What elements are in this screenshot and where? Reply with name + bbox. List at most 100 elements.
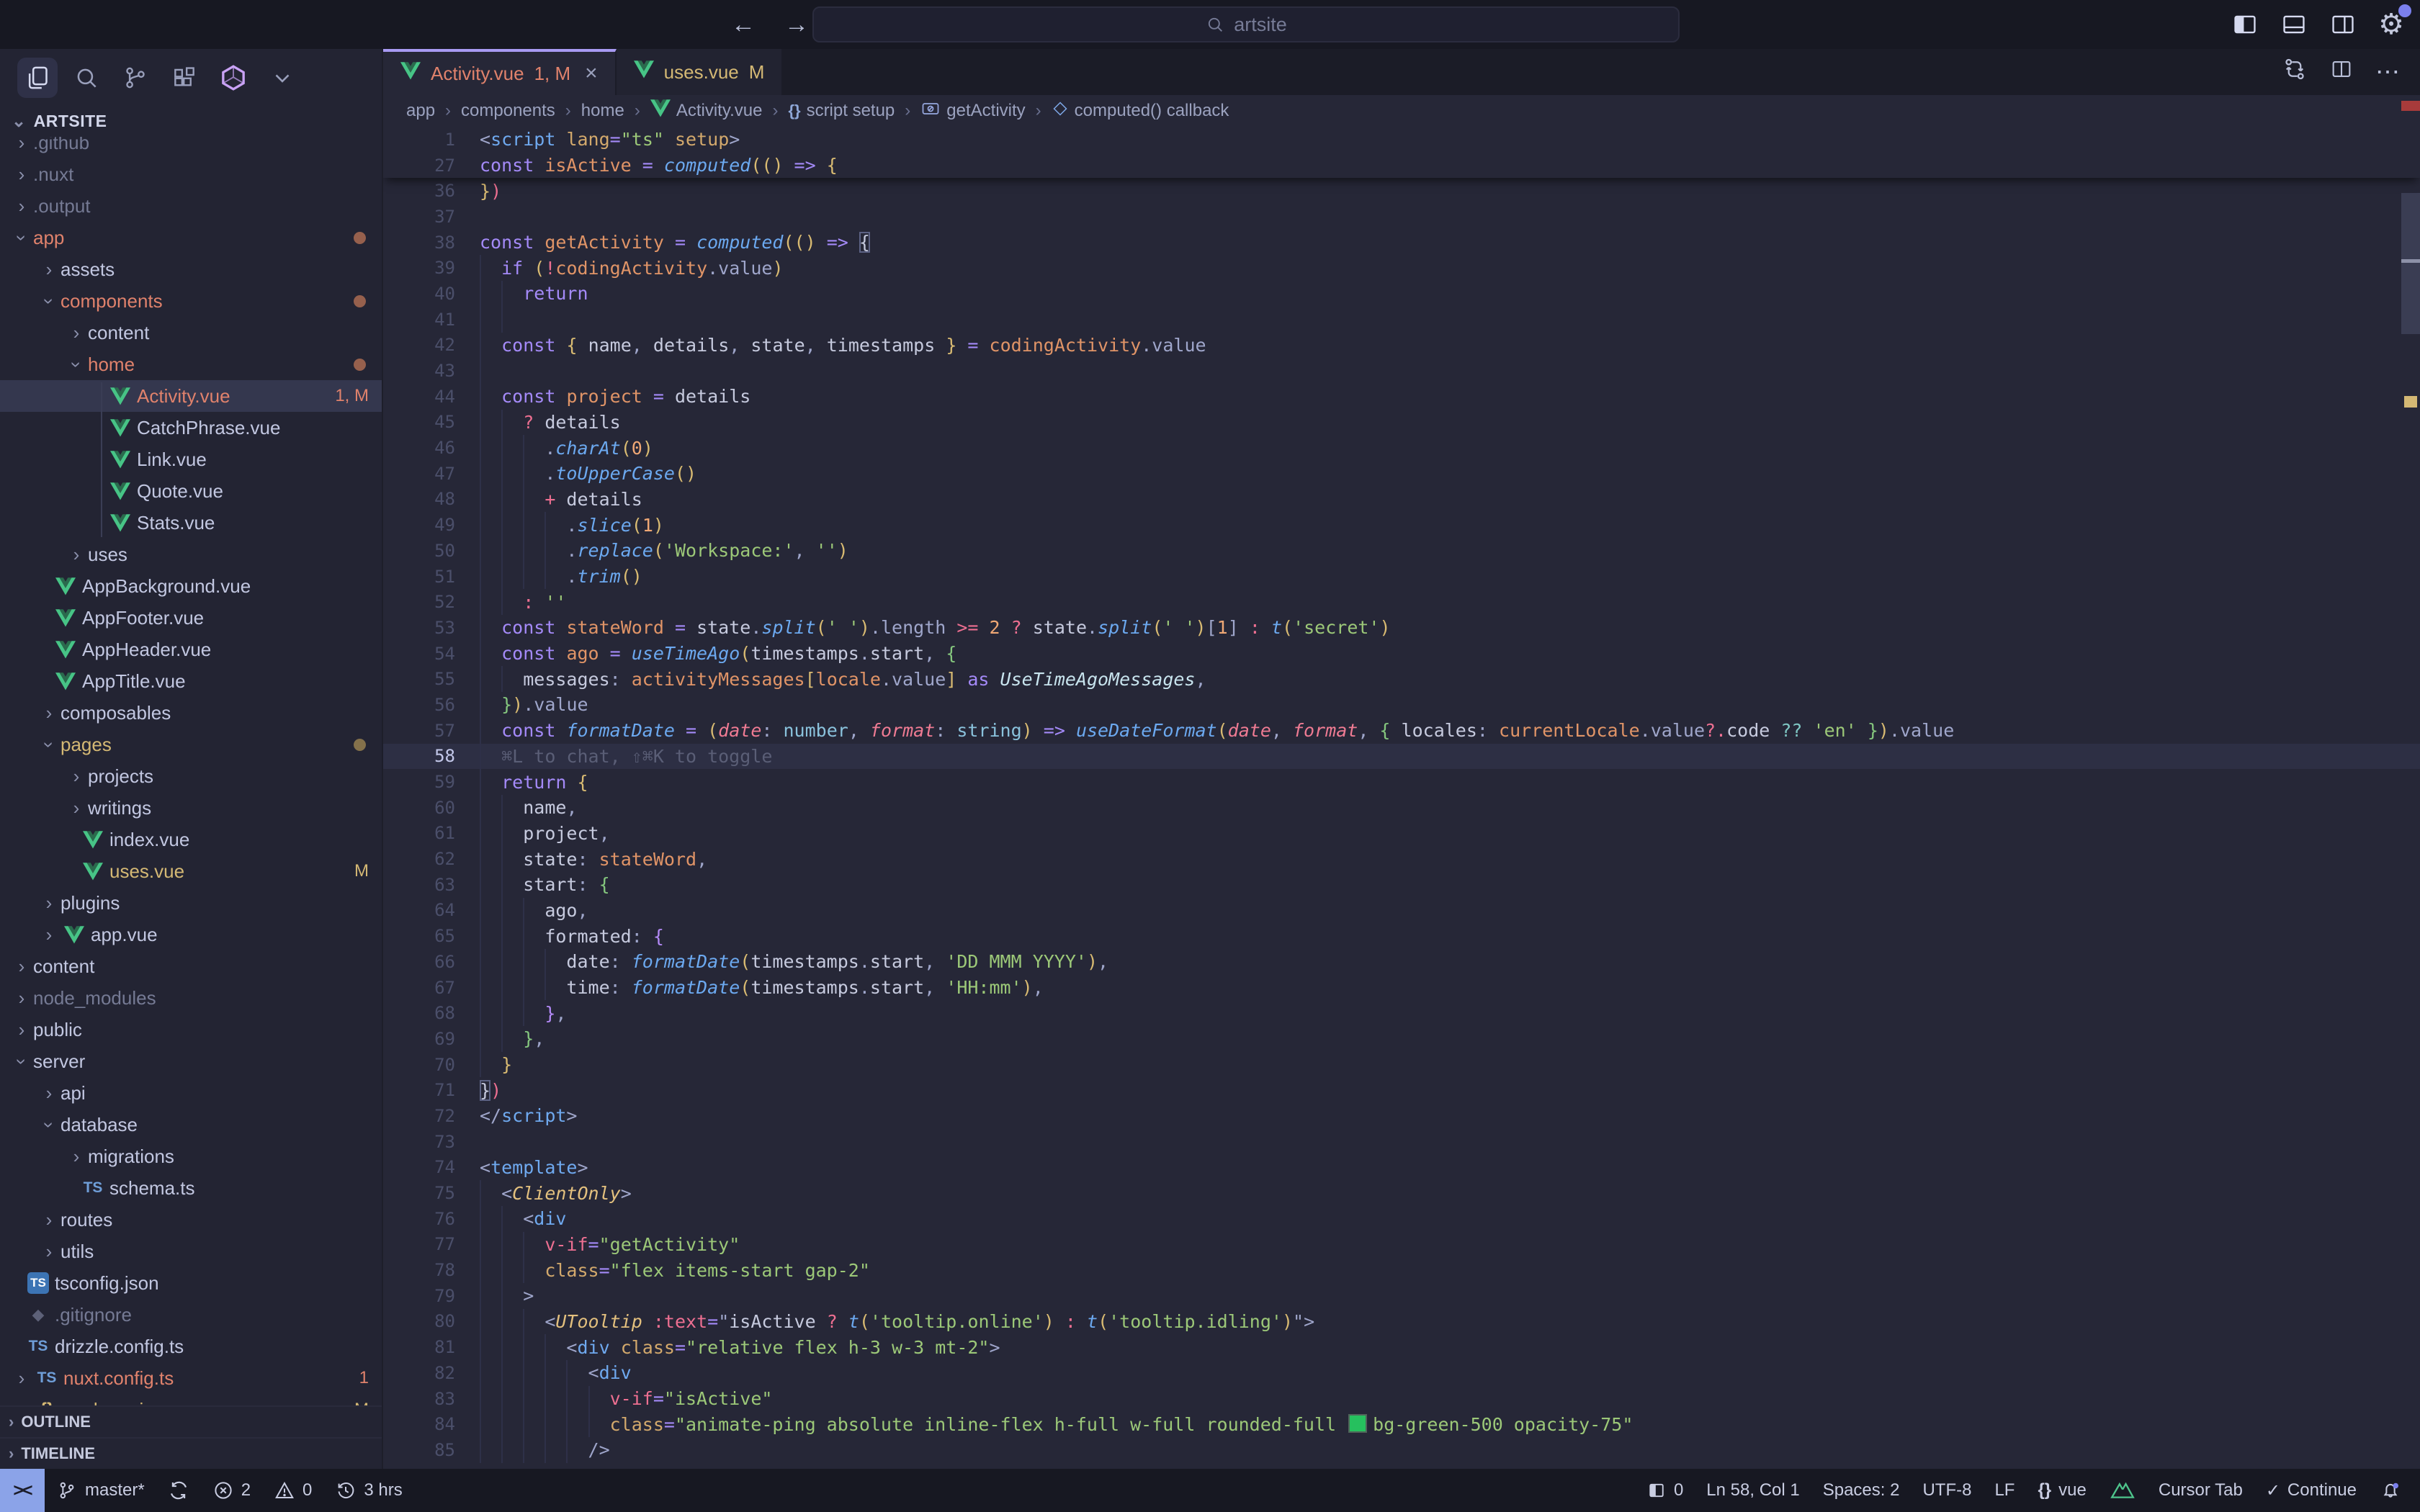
overview-ruler[interactable] <box>2401 49 2420 1469</box>
status-language-mode[interactable]: {}vue <box>2026 1469 2097 1512</box>
status-indentation[interactable]: Spaces: 2 <box>1811 1469 1912 1512</box>
tree-item-composables[interactable]: ›composables <box>0 697 382 729</box>
tree-item-public[interactable]: ›public <box>0 1014 382 1045</box>
tree-item-utils[interactable]: ›utils <box>0 1236 382 1267</box>
status-nuxt-status[interactable] <box>2098 1469 2147 1512</box>
status-errors[interactable]: 2 <box>201 1469 262 1512</box>
code-line-77[interactable]: 77 v-if="getActivity" <box>383 1232 2420 1258</box>
status-encoding[interactable]: UTF-8 <box>1911 1469 1983 1512</box>
tree-item-CatchPhrase.vue[interactable]: CatchPhrase.vue <box>0 412 382 444</box>
code-line-63[interactable]: 63 start: { <box>383 872 2420 898</box>
tree-item-Activity.vue[interactable]: Activity.vue1, M <box>0 380 382 412</box>
tree-item-server[interactable]: ›server <box>0 1045 382 1077</box>
status-time-tracker[interactable]: 3 hrs <box>323 1469 413 1512</box>
status-continue[interactable]: ✓Continue <box>2254 1469 2368 1512</box>
code-line-53[interactable]: 53 const stateWord = state.split(' ').le… <box>383 615 2420 641</box>
scrollbar-thumb[interactable] <box>2401 193 2420 334</box>
tree-item-content[interactable]: ›content <box>0 317 382 348</box>
source-control-icon[interactable] <box>115 58 156 98</box>
code-line-42[interactable]: 42 const { name, details, state, timesta… <box>383 333 2420 359</box>
section-timeline[interactable]: ›TIMELINE <box>0 1437 382 1469</box>
tree-item-AppBackground.vue[interactable]: AppBackground.vue <box>0 570 382 602</box>
status-sync[interactable] <box>156 1469 201 1512</box>
tree-item-.output[interactable]: ›.output <box>0 190 382 222</box>
section-outline[interactable]: ›OUTLINE <box>0 1405 382 1437</box>
status-warnings[interactable]: 0 <box>262 1469 323 1512</box>
breadcrumb-item-computed-callback[interactable]: computed() callback <box>1052 100 1229 122</box>
code-line-85[interactable]: 85 /> <box>383 1437 2420 1463</box>
tree-item-database[interactable]: ›database <box>0 1109 382 1140</box>
code-line-58[interactable]: 58 ⌘L to chat, ⇧⌘K to toggle <box>383 744 2420 770</box>
extensions-icon[interactable] <box>164 58 205 98</box>
tree-item-uses[interactable]: ›uses <box>0 539 382 570</box>
code-line-47[interactable]: 47 .toUpperCase() <box>383 461 2420 487</box>
tree-item-drizzle.config.ts[interactable]: TSdrizzle.config.ts <box>0 1331 382 1362</box>
back-button[interactable]: ← <box>731 11 756 39</box>
close-icon[interactable]: × <box>585 61 598 86</box>
code-line-40[interactable]: 40 return <box>383 281 2420 307</box>
code-line-1[interactable]: 1<script lang="ts" setup> <box>383 127 2420 153</box>
tree-item-components[interactable]: ›components <box>0 285 382 317</box>
files-icon[interactable] <box>17 58 58 98</box>
breadcrumb-item-home[interactable]: home <box>581 101 624 121</box>
code-line-70[interactable]: 70 } <box>383 1052 2420 1078</box>
breadcrumb-item-app[interactable]: app <box>406 101 435 121</box>
tree-item-home[interactable]: ›home <box>0 348 382 380</box>
code-line-65[interactable]: 65 formated: { <box>383 923 2420 949</box>
search-icon[interactable] <box>66 58 107 98</box>
code-line-72[interactable]: 72</script> <box>383 1103 2420 1129</box>
code-line-78[interactable]: 78 class="flex items-start gap-2" <box>383 1257 2420 1283</box>
tree-item-schema.ts[interactable]: TSschema.ts <box>0 1172 382 1204</box>
code-line-75[interactable]: 75 <ClientOnly> <box>383 1180 2420 1206</box>
cursor-icon[interactable] <box>213 58 254 98</box>
code-line-54[interactable]: 54 const ago = useTimeAgo(timestamps.sta… <box>383 641 2420 667</box>
tree-item-routes[interactable]: ›routes <box>0 1204 382 1236</box>
breadcrumb-item-getActivity[interactable]: getActivity <box>920 99 1025 124</box>
code-line-81[interactable]: 81 <div class="relative flex h-3 w-3 mt-… <box>383 1334 2420 1360</box>
code-line-61[interactable]: 61 project, <box>383 821 2420 847</box>
tree-item-AppTitle.vue[interactable]: AppTitle.vue <box>0 665 382 697</box>
status-eol[interactable]: LF <box>1983 1469 2026 1512</box>
tree-item-pages[interactable]: ›pages <box>0 729 382 760</box>
tree-item-content[interactable]: ›content <box>0 950 382 982</box>
code-line-60[interactable]: 60 name, <box>383 795 2420 821</box>
breadcrumb-item-components[interactable]: components <box>461 101 555 121</box>
toggle-panel-icon[interactable] <box>2280 11 2308 38</box>
more-actions-icon[interactable]: ⋯ <box>2375 58 2400 86</box>
code-line-84[interactable]: 84 class="animate-ping absolute inline-f… <box>383 1411 2420 1437</box>
status-notifications[interactable] <box>2368 1469 2413 1512</box>
tree-item-app.vue[interactable]: ›app.vue <box>0 919 382 950</box>
code-line-27[interactable]: 27const isActive = computed(() => { <box>383 153 2420 179</box>
toggle-sidebar-icon[interactable] <box>2231 11 2259 38</box>
code-line-38[interactable]: 38const getActivity = computed(() => { <box>383 230 2420 256</box>
code-line-56[interactable]: 56 }).value <box>383 692 2420 718</box>
status-git-branch[interactable]: master* <box>45 1469 156 1512</box>
tree-item-AppHeader.vue[interactable]: AppHeader.vue <box>0 634 382 665</box>
breadcrumb-item-Activity.vue[interactable]: Activity.vue <box>650 99 763 122</box>
tree-item-projects[interactable]: ›projects <box>0 760 382 792</box>
code-editor[interactable]: 1<script lang="ts" setup>27const isActiv… <box>383 127 2420 1469</box>
tree-item-AppFooter.vue[interactable]: AppFooter.vue <box>0 602 382 634</box>
code-line-37[interactable]: 37 <box>383 204 2420 230</box>
code-line-55[interactable]: 55 messages: activityMessages[locale.val… <box>383 666 2420 692</box>
code-line-41[interactable]: 41 <box>383 307 2420 333</box>
tree-item-index.vue[interactable]: index.vue <box>0 824 382 855</box>
tree-item-api[interactable]: ›api <box>0 1077 382 1109</box>
code-line-36[interactable]: 36}) <box>383 178 2420 204</box>
code-line-44[interactable]: 44 const project = details <box>383 384 2420 410</box>
split-editor-icon[interactable] <box>2329 57 2354 88</box>
tree-item-plugins[interactable]: ›plugins <box>0 887 382 919</box>
status-cursor-tab[interactable]: Cursor Tab <box>2147 1469 2254 1512</box>
code-line-51[interactable]: 51 .trim() <box>383 564 2420 590</box>
code-line-80[interactable]: 80 <UTooltip :text="isActive ? t('toolti… <box>383 1309 2420 1335</box>
status-layout-indicator[interactable]: 0 <box>1635 1469 1695 1512</box>
tree-item-.nuxt[interactable]: ›.nuxt <box>0 158 382 190</box>
code-line-59[interactable]: 59 return { <box>383 769 2420 795</box>
code-line-74[interactable]: 74<template> <box>383 1155 2420 1181</box>
code-line-45[interactable]: 45 ? details <box>383 410 2420 436</box>
code-line-46[interactable]: 46 .charAt(0) <box>383 435 2420 461</box>
tab-Activity.vue[interactable]: Activity.vue1, M× <box>383 49 617 95</box>
toggle-secondary-sidebar-icon[interactable] <box>2329 11 2357 38</box>
forward-button[interactable]: → <box>784 11 809 39</box>
code-line-67[interactable]: 67 time: formatDate(timestamps.start, 'H… <box>383 975 2420 1001</box>
